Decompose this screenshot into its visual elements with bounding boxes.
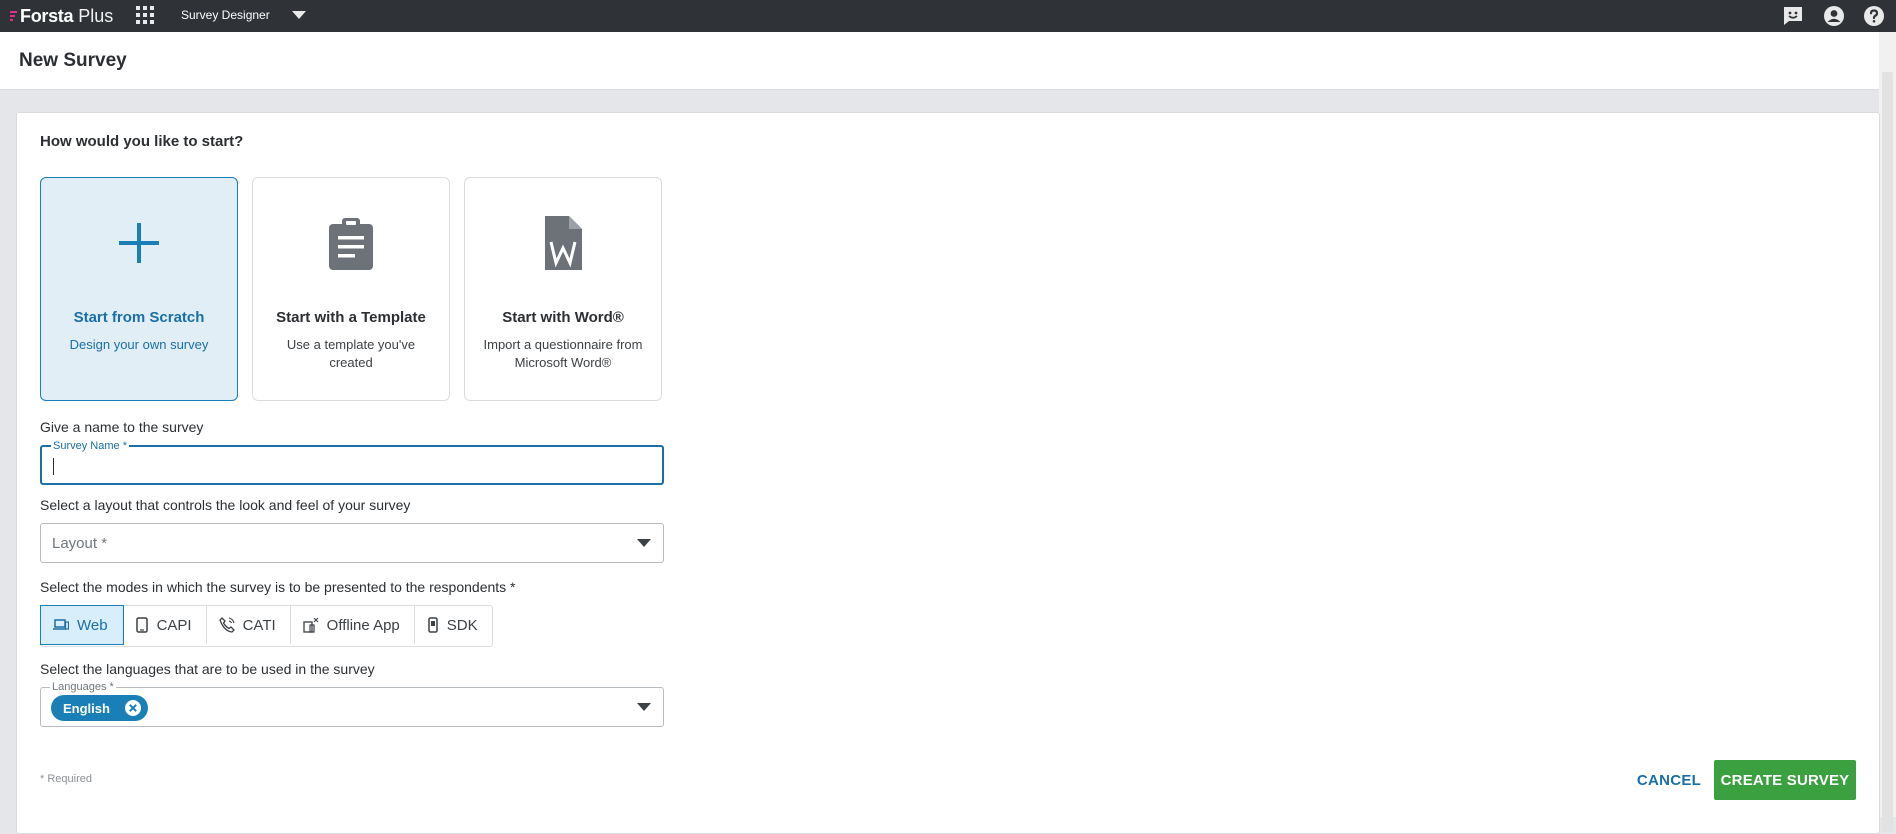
create-survey-button[interactable]: CREATE SURVEY [1714,760,1856,800]
chevron-down-icon[interactable] [292,10,306,20]
option-desc: Use a template you've created [286,337,416,370]
page-title: New Survey [19,50,127,71]
mode-label: CATI [242,616,276,634]
mode-label: Web [77,616,108,634]
languages-label: Languages * [50,681,116,693]
chevron-down-icon[interactable] [637,539,651,548]
account-icon[interactable] [1822,4,1846,28]
mode-offline-app[interactable]: Offline App [291,606,415,644]
survey-name-label: Survey Name * [51,440,129,452]
brand-logo[interactable]: Forsta Plus [10,5,113,27]
chip-label: English [63,700,110,716]
mobile-sdk-icon [428,617,438,633]
feedback-icon[interactable] [1781,4,1805,28]
plus-icon [119,223,159,263]
option-title: Start with Word® [502,309,624,326]
apps-grid-icon[interactable] [136,6,154,24]
start-with-word-option[interactable]: Start with Word® Import a questionnaire … [464,177,662,401]
languages-question: Select the languages that are to be used… [40,661,375,677]
languages-select[interactable]: Languages * English [40,681,664,727]
mode-web[interactable]: Web [40,605,124,645]
phone-icon [218,617,235,633]
mode-label: Offline App [326,616,400,634]
language-chip-english: English [51,695,148,721]
help-icon[interactable] [1862,4,1886,28]
mode-capi[interactable]: CAPI [123,606,207,644]
required-note: * Required [40,773,92,785]
option-title: Start from Scratch [73,309,205,326]
option-desc: Design your own survey [69,337,209,352]
start-question: How would you like to start? [40,133,244,150]
scrollbar-thumb[interactable] [1882,72,1893,832]
survey-name-field[interactable]: Survey Name * [40,440,664,485]
mode-label: CAPI [156,616,192,634]
tablet-icon [135,617,148,633]
brand-name: Forsta [20,5,74,26]
modes-question: Select the modes in which the survey is … [40,579,516,595]
top-bar: Forsta Plus Survey Designer [0,0,1896,32]
app-name[interactable]: Survey Designer [181,8,270,22]
mode-label: SDK [446,616,478,634]
layout-placeholder: Layout * [52,535,108,552]
new-survey-form: How would you like to start? Start from … [16,112,1880,834]
layout-question: Select a layout that controls the look a… [40,497,411,513]
laptop-icon [53,619,69,630]
offline-app-icon [303,617,319,633]
mode-sdk[interactable]: SDK [415,606,492,644]
modes-toggle-group: Web CAPI CATI Offline App SDK [40,605,493,647]
chevron-down-icon[interactable] [637,703,651,712]
option-title: Start with a Template [276,309,426,326]
word-document-icon [545,216,582,270]
survey-name-input[interactable] [52,453,646,479]
page-header: New Survey [0,32,1896,90]
name-question: Give a name to the survey [40,419,204,435]
start-with-template-option[interactable]: Start with a Template Use a template you… [252,177,450,401]
cancel-button[interactable]: CANCEL [1627,760,1711,800]
mode-cati[interactable]: CATI [207,606,291,644]
option-desc: Import a questionnaire from Microsoft Wo… [483,337,643,370]
start-from-scratch-option[interactable]: Start from Scratch Design your own surve… [40,177,238,401]
text-caret [53,458,54,475]
brand-mark-icon [10,9,18,23]
remove-chip-icon[interactable] [124,699,142,717]
scrollbar[interactable] [1879,32,1896,832]
clipboard-icon [329,218,373,270]
brand-suffix: Plus [78,5,114,26]
layout-select[interactable]: Layout * [40,523,664,563]
